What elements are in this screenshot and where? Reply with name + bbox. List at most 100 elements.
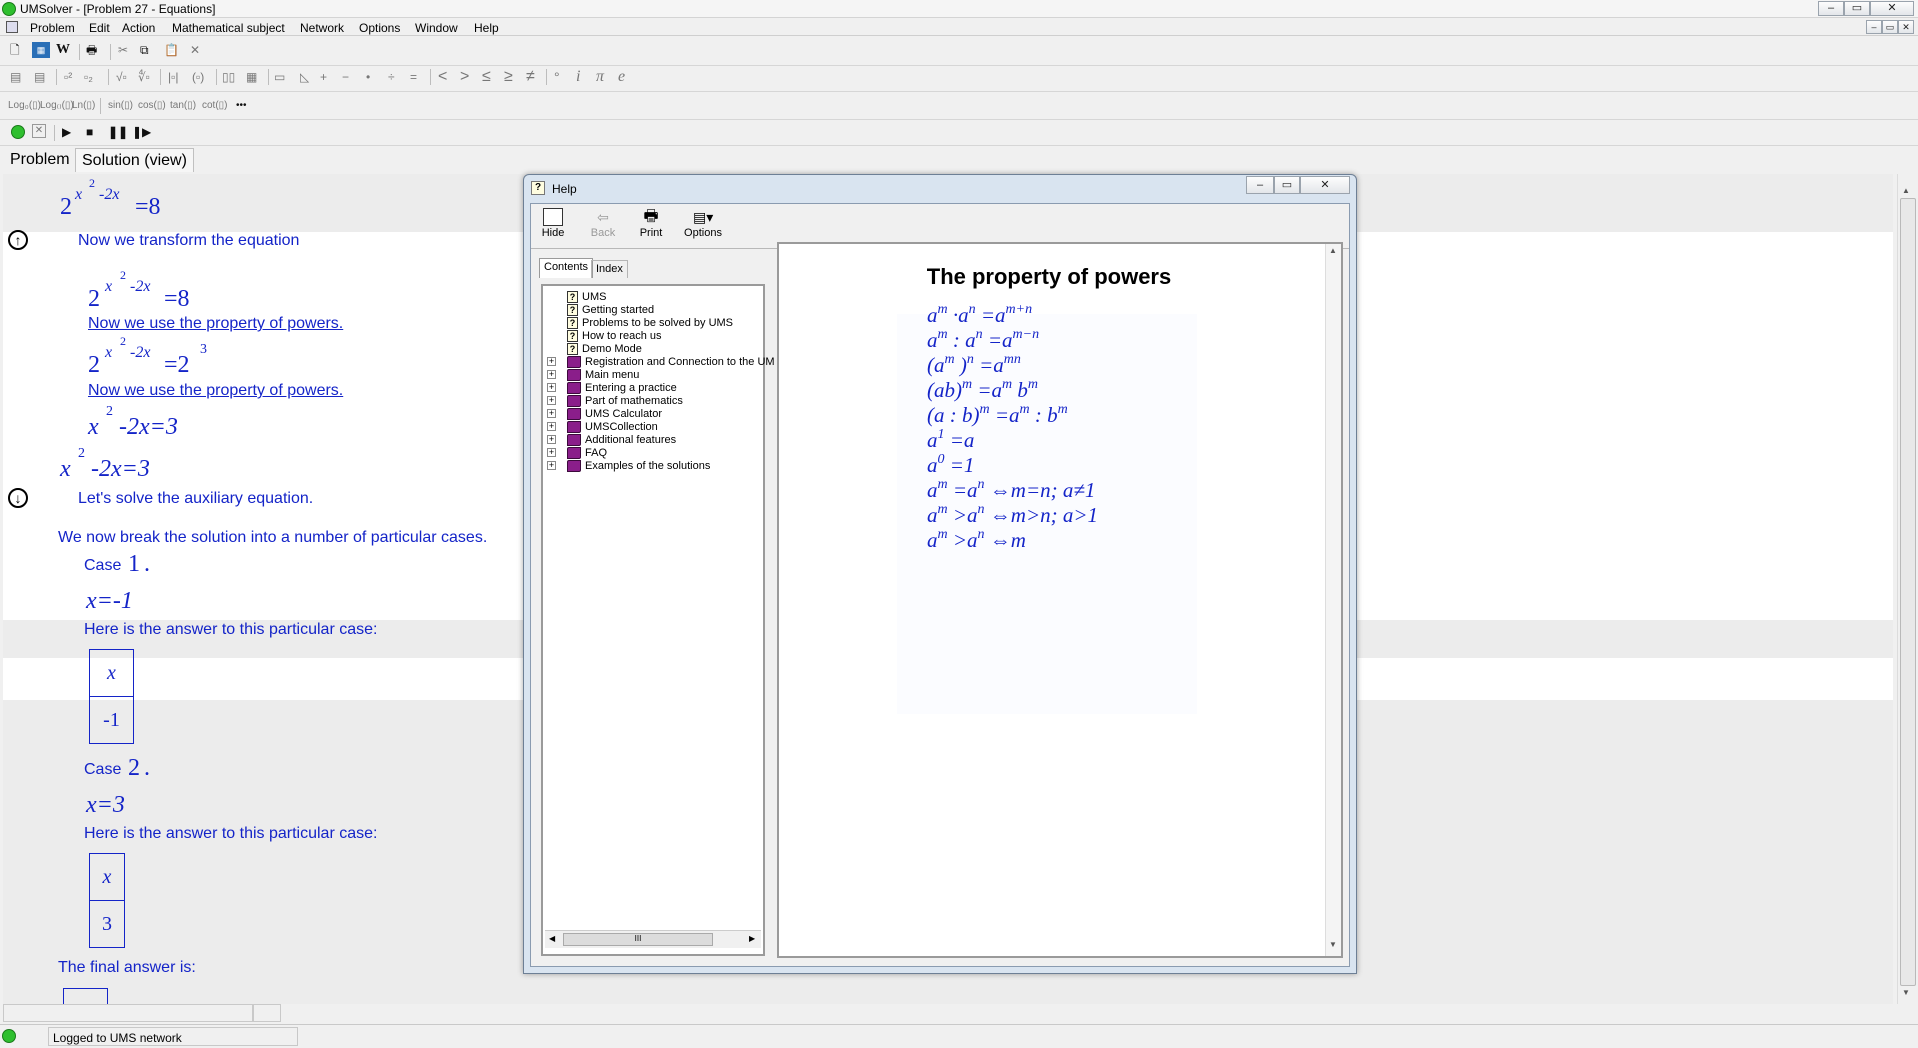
tan-button[interactable]: tan(▯) — [170, 98, 196, 114]
menu-mathematical-subject[interactable]: Mathematical subject — [172, 21, 285, 35]
divide-icon[interactable]: ÷ — [388, 69, 395, 85]
horizontal-scrollbar-end[interactable] — [253, 1004, 281, 1022]
topic-scroll-up-icon[interactable]: ▲ — [1329, 246, 1337, 255]
tree-expand-icon[interactable]: + — [547, 370, 556, 379]
euler-icon[interactable]: e — [618, 69, 625, 85]
tree-item[interactable]: UMSCollection — [567, 420, 658, 434]
tree-item[interactable]: ? UMS — [567, 290, 606, 304]
menu-network[interactable]: Network — [300, 21, 344, 35]
pause-icon[interactable]: ❚❚ — [108, 124, 128, 140]
tree-expand-icon[interactable]: + — [547, 357, 556, 366]
plus-icon[interactable]: + — [320, 69, 327, 85]
superscript-icon[interactable]: ▫² — [64, 69, 72, 85]
tree-item[interactable]: Entering a practice — [567, 381, 677, 395]
play-icon[interactable]: ▶ — [62, 124, 71, 140]
menu-options[interactable]: Options — [359, 21, 400, 35]
menu-window[interactable]: Window — [415, 21, 458, 35]
subscript-icon[interactable]: ▫₂ — [84, 69, 93, 85]
row-above-icon[interactable]: ▤ — [10, 69, 21, 85]
close-solution-icon[interactable]: ✕ — [32, 124, 46, 138]
matrix-icon[interactable]: ▦ — [246, 69, 257, 85]
tree-expand-icon[interactable]: + — [547, 461, 556, 470]
help-tab-index[interactable]: Index — [591, 260, 628, 278]
tree-expand-icon[interactable]: + — [547, 396, 556, 405]
menu-action[interactable]: Action — [122, 21, 155, 35]
stop-icon[interactable]: ■ — [86, 124, 93, 140]
tree-scroll-thumb[interactable]: III — [563, 933, 713, 946]
minus-icon[interactable]: − — [342, 69, 349, 85]
topic-scrollbar[interactable]: ▲ ▼ — [1325, 244, 1341, 956]
word-icon[interactable]: W — [56, 42, 70, 58]
horizontal-scrollbar[interactable] — [3, 1004, 253, 1022]
row-below-icon[interactable]: ▤ — [34, 69, 45, 85]
cot-button[interactable]: cot(▯) — [202, 98, 228, 114]
tree-expand-icon[interactable]: + — [547, 435, 556, 444]
mdi-restore-icon[interactable]: ▭ — [1882, 20, 1898, 34]
less-icon[interactable]: < — [438, 69, 447, 85]
abs-icon[interactable]: |▫| — [168, 69, 179, 85]
matrix-small-icon[interactable]: ▯▯ — [222, 69, 235, 85]
help-close-icon[interactable]: ✕ — [1300, 176, 1350, 194]
tree-scroll-left-icon[interactable]: ◀ — [549, 934, 555, 943]
equals-icon[interactable]: = — [410, 69, 417, 85]
tree-item[interactable]: ? Demo Mode — [567, 342, 642, 356]
pi-icon[interactable]: π — [596, 69, 604, 85]
expand-arrow-down-icon[interactable]: ↓ — [8, 488, 28, 508]
greater-icon[interactable]: > — [460, 69, 469, 85]
cut-icon[interactable]: ✂ — [118, 42, 128, 58]
step-icon[interactable]: ❚▶ — [132, 124, 151, 140]
vertical-scrollbar[interactable]: ▲ ▼ — [1897, 174, 1918, 1004]
maximize-icon[interactable]: ▭ — [1844, 1, 1870, 16]
vector-icon[interactable]: ▭ — [274, 69, 285, 85]
paste-icon[interactable]: 📋 — [164, 42, 179, 58]
preview-icon[interactable]: 🖶 — [86, 42, 97, 58]
status-green-icon[interactable] — [11, 125, 25, 139]
tree-item[interactable]: ? Problems to be solved by UMS — [567, 316, 733, 330]
copy-icon[interactable]: ⧉ — [140, 42, 149, 58]
tree-item[interactable]: ? How to reach us — [567, 329, 661, 343]
tab-problem[interactable]: Problem — [4, 148, 76, 172]
menu-problem[interactable]: Problem — [30, 21, 75, 35]
new-icon[interactable]: 🗋 — [10, 42, 20, 58]
help-maximize-icon[interactable]: ▭ — [1274, 176, 1300, 194]
tree-expand-icon[interactable]: + — [547, 383, 556, 392]
tab-solution-view[interactable]: Solution (view) — [75, 148, 194, 172]
scroll-thumb[interactable] — [1900, 198, 1916, 986]
degree-icon[interactable]: ° — [554, 69, 560, 85]
nth-root-icon[interactable]: ∜▫ — [138, 69, 150, 85]
minimize-icon[interactable]: – — [1818, 1, 1844, 16]
tree-item[interactable]: Examples of the solutions — [567, 459, 710, 473]
menu-help[interactable]: Help — [474, 21, 499, 35]
tree-item[interactable]: ? Getting started — [567, 303, 654, 317]
not-equal-icon[interactable]: ≠ — [526, 69, 535, 85]
delete-icon[interactable]: ✕ — [190, 42, 200, 58]
help-minimize-icon[interactable]: – — [1246, 176, 1274, 194]
mdi-minimize-icon[interactable]: – — [1866, 20, 1882, 34]
tree-item[interactable]: UMS Calculator — [567, 407, 662, 421]
tree-item[interactable]: Registration and Connection to the UM — [567, 355, 775, 369]
property-of-powers-link-2[interactable]: Now we use the property of powers. — [88, 382, 343, 400]
greater-equal-icon[interactable]: ≥ — [504, 69, 513, 85]
tree-horizontal-scrollbar[interactable]: ◀ III ▶ — [545, 930, 761, 948]
imaginary-icon[interactable]: i — [576, 69, 580, 85]
hide-button[interactable]: Hide — [533, 208, 573, 239]
print-button[interactable]: 🖶 Print — [631, 208, 671, 239]
property-of-powers-link-1[interactable]: Now we use the property of powers. — [88, 315, 343, 333]
mdi-close-icon[interactable]: ✕ — [1898, 20, 1914, 34]
collapse-arrow-up-icon[interactable]: ↑ — [8, 230, 28, 250]
tree-item[interactable]: Part of mathematics — [567, 394, 683, 408]
doc-menu-icon[interactable] — [6, 21, 18, 33]
back-button[interactable]: ⇦ Back — [583, 208, 623, 239]
more-functions-button[interactable]: ••• — [236, 98, 247, 114]
bracket-icon[interactable]: (▫) — [192, 69, 204, 85]
cos-button[interactable]: cos(▯) — [138, 98, 166, 114]
tree-item[interactable]: FAQ — [567, 446, 607, 460]
calculator-icon[interactable]: ▦ — [32, 42, 50, 58]
multiply-icon[interactable]: • — [366, 69, 370, 85]
tree-item[interactable]: Additional features — [567, 433, 676, 447]
tree-item[interactable]: Main menu — [567, 368, 639, 382]
tree-expand-icon[interactable]: + — [547, 409, 556, 418]
close-icon[interactable]: ✕ — [1870, 1, 1914, 16]
options-button[interactable]: ▤▾ Options — [679, 208, 727, 239]
scroll-down-icon[interactable]: ▼ — [1902, 988, 1910, 997]
